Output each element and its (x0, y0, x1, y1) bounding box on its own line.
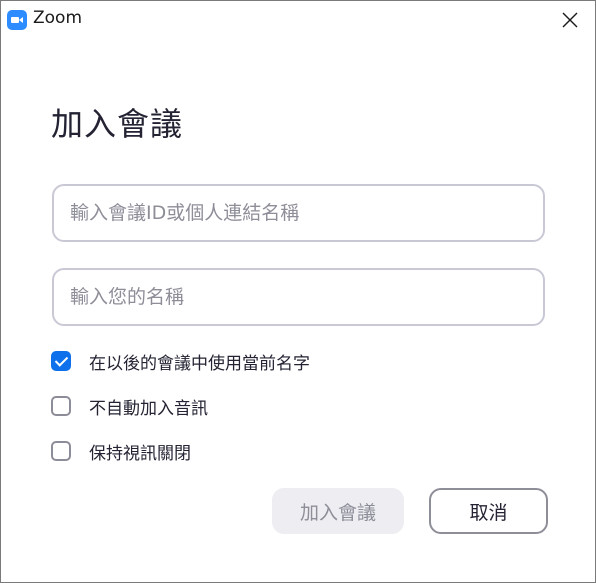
remember-name-option[interactable]: 在以後的會議中使用當前名字 (51, 349, 310, 374)
dialog-heading: 加入會議 (51, 105, 184, 143)
name-input[interactable] (54, 270, 543, 324)
close-button[interactable] (555, 5, 585, 35)
cancel-button[interactable]: 取消 (429, 488, 548, 534)
remember-name-checkbox[interactable] (51, 351, 71, 371)
meeting-id-field[interactable] (52, 184, 545, 242)
close-icon (562, 12, 578, 28)
video-off-option[interactable]: 保持視訊關閉 (51, 439, 191, 464)
video-off-label: 保持視訊關閉 (89, 443, 191, 464)
no-audio-checkbox[interactable] (51, 396, 71, 416)
remember-name-label: 在以後的會議中使用當前名字 (89, 353, 310, 374)
video-off-checkbox[interactable] (51, 441, 71, 461)
zoom-camera-icon (7, 10, 27, 30)
no-audio-option[interactable]: 不自動加入音訊 (51, 394, 208, 419)
meeting-id-input[interactable] (54, 186, 543, 240)
window-title: Zoom (33, 8, 83, 28)
join-button[interactable]: 加入會議 (272, 488, 404, 534)
no-audio-label: 不自動加入音訊 (89, 398, 208, 419)
name-field[interactable] (52, 268, 545, 326)
title-bar: Zoom (1, 1, 595, 37)
zoom-join-meeting-window: Zoom 加入會議 在以後的會議中使用當前名字 不自動加入音訊 保持視訊關閉 加… (0, 0, 596, 583)
